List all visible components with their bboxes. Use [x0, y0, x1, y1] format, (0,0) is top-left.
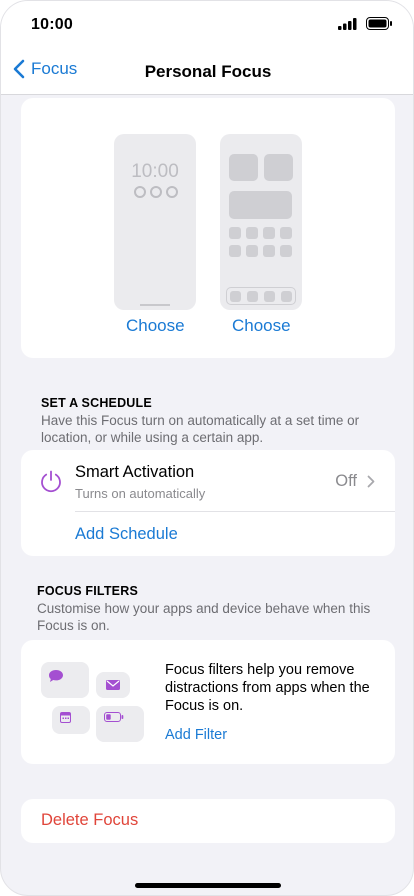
- signal-icon: [338, 17, 357, 30]
- power-icon: [41, 470, 61, 493]
- add-schedule-button[interactable]: Add Schedule: [75, 525, 178, 544]
- dock-icon: [247, 291, 258, 302]
- smart-activation-row[interactable]: Smart Activation Turns on automatically …: [21, 450, 395, 511]
- lock-widget: [134, 186, 146, 198]
- schedule-section-description: Have this Focus turn on automatically at…: [41, 413, 360, 445]
- mail-icon: [106, 680, 120, 690]
- app-icon: [229, 227, 241, 239]
- dock-icon: [264, 291, 275, 302]
- filter-illustration-box: [96, 672, 130, 698]
- screen-preview-card: 10:00 Choose Choose: [21, 98, 395, 358]
- row-divider: [75, 511, 395, 512]
- app-icon: [229, 245, 241, 257]
- focus-filters-card: Focus filters help you remove distractio…: [21, 640, 395, 764]
- app-icon: [246, 227, 258, 239]
- status-time: 10:00: [31, 16, 73, 33]
- lock-screen-time: 10:00: [131, 161, 179, 182]
- home-widget: [229, 191, 292, 219]
- smart-activation-title: Smart Activation: [75, 463, 195, 481]
- schedule-section-header: SET A SCHEDULE: [41, 396, 152, 410]
- dock-icon: [230, 291, 241, 302]
- app-icon: [263, 245, 275, 257]
- filters-section-header: FOCUS FILTERS: [37, 584, 138, 598]
- smart-activation-value: Off: [335, 472, 357, 490]
- status-bar: 10:00: [1, 1, 413, 49]
- status-icons: [338, 17, 393, 30]
- filter-illustration-box: [52, 706, 90, 734]
- smart-activation-subtitle: Turns on automatically: [75, 486, 206, 501]
- dock: [226, 287, 296, 305]
- battery-low-icon: [104, 712, 124, 722]
- app-icon: [263, 227, 275, 239]
- app-icon: [246, 245, 258, 257]
- notch: [115, 1, 301, 33]
- chevron-right-icon: [367, 475, 375, 488]
- choose-lock-screen-button[interactable]: Choose: [126, 316, 185, 336]
- app-icon: [280, 245, 292, 257]
- delete-focus-card: Delete Focus: [21, 799, 395, 843]
- home-widget: [229, 154, 258, 181]
- calendar-icon: [60, 712, 71, 723]
- lock-screen-widgets: [134, 186, 178, 198]
- home-screen-preview[interactable]: [220, 134, 302, 310]
- schedule-card: Smart Activation Turns on automatically …: [21, 450, 395, 556]
- choose-home-screen-button[interactable]: Choose: [232, 316, 291, 336]
- message-icon: [49, 670, 63, 682]
- lock-screen-preview[interactable]: 10:00: [114, 134, 196, 310]
- filters-description-text: Focus filters help you remove distractio…: [165, 662, 370, 714]
- phone-screen: 10:00 Focus Personal Focus 10:00 Choose …: [0, 0, 414, 896]
- lock-widget: [150, 186, 162, 198]
- home-widget: [264, 154, 293, 181]
- app-icon: [280, 227, 292, 239]
- lock-screen-home-bar: [140, 304, 170, 306]
- add-filter-button[interactable]: Add Filter: [165, 727, 227, 743]
- lock-widget: [166, 186, 178, 198]
- filter-illustration-box: [41, 662, 89, 698]
- delete-focus-button[interactable]: Delete Focus: [41, 811, 138, 830]
- page-title: Personal Focus: [144, 62, 272, 81]
- filter-illustration-box: [96, 706, 144, 742]
- filters-section-description: Customise how your apps and device behav…: [37, 601, 371, 633]
- navigation-bar: Focus Personal Focus: [1, 49, 413, 95]
- battery-icon: [366, 17, 392, 30]
- home-indicator[interactable]: [135, 883, 281, 888]
- dock-icon: [281, 291, 292, 302]
